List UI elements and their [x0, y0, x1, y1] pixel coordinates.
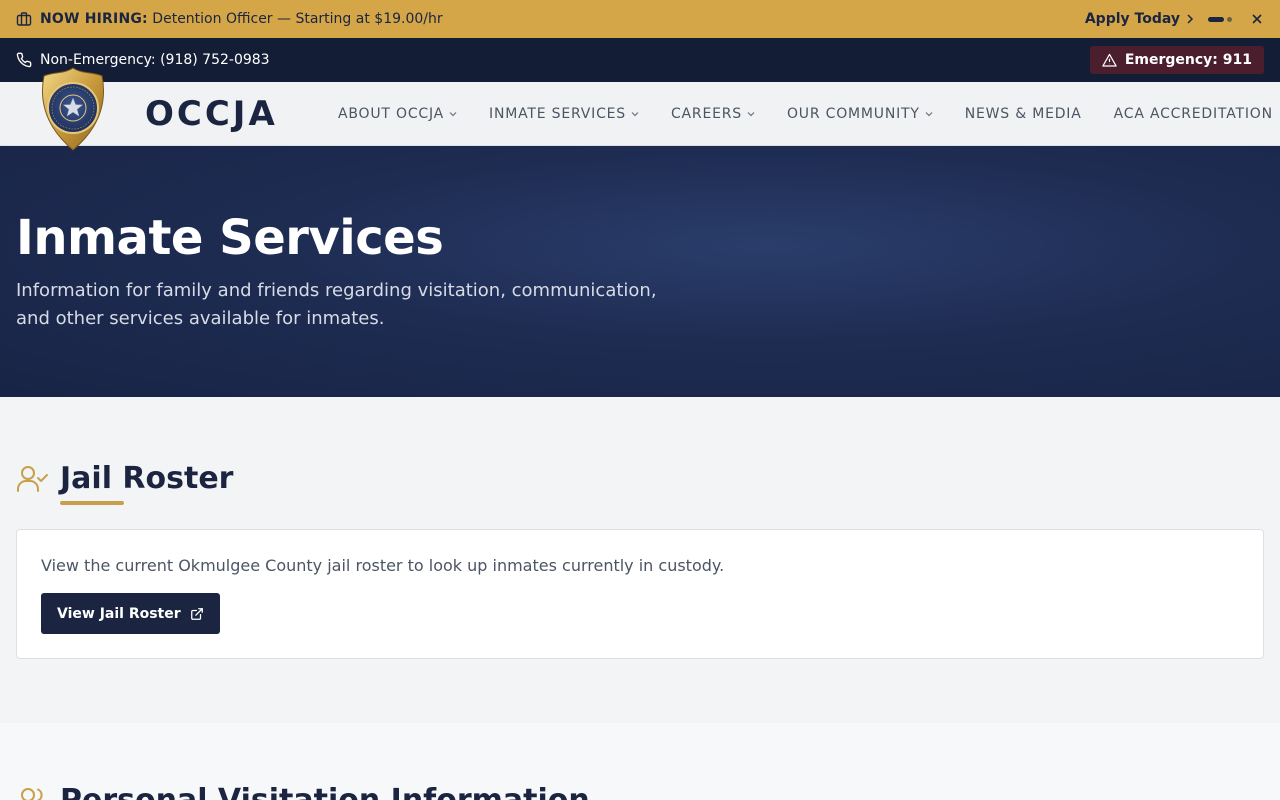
chevron-down-icon: [631, 112, 639, 117]
hiring-actions: Apply Today: [1085, 11, 1264, 27]
hiring-text: Detention Officer — Starting at $19.00/h…: [147, 11, 443, 27]
nav-item-news-media[interactable]: NEWS & MEDIA: [965, 106, 1082, 122]
emergency-label: Emergency: 911: [1124, 52, 1252, 68]
section-title: Personal Visitation Information: [60, 783, 590, 800]
users-icon: [21, 787, 43, 800]
chevron-down-icon: [449, 112, 457, 117]
page-title: Inmate Services: [16, 210, 444, 266]
personal-visitation-section: Personal Visitation Information: [0, 723, 1280, 800]
nav-item-about[interactable]: ABOUT OCCJA: [338, 106, 457, 122]
hiring-message: NOW HIRING: Detention Officer — Starting…: [40, 11, 443, 27]
chevron-right-icon: [1187, 14, 1194, 24]
nav-item-careers[interactable]: CAREERS: [671, 106, 755, 122]
button-label: View Jail Roster: [57, 605, 181, 622]
jail-roster-card: View the current Okmulgee County jail ro…: [16, 529, 1264, 659]
apply-today-label: Apply Today: [1084, 11, 1180, 27]
title-underline: [60, 501, 124, 505]
visitation-heading: Personal Visitation Information: [16, 783, 590, 800]
nav-item-label: NEWS & MEDIA: [964, 106, 1082, 122]
nav-item-our-community[interactable]: OUR COMMUNITY: [787, 106, 933, 122]
hiring-label: NOW HIRING:: [40, 11, 148, 27]
main-nav: ABOUT OCCJA INMATE SERVICES CAREERS OUR …: [0, 82, 1280, 146]
nav-item-inmate-services[interactable]: INMATE SERVICES: [489, 106, 639, 122]
badge-logo-icon[interactable]: [40, 66, 106, 152]
nav-item-label: INMATE SERVICES: [489, 106, 626, 122]
nav-item-label: CAREERS: [670, 106, 742, 122]
nav-item-label: OUR COMMUNITY: [786, 106, 920, 122]
close-icon[interactable]: [1250, 12, 1264, 26]
nav-menu: ABOUT OCCJA INMATE SERVICES CAREERS OUR …: [338, 82, 1280, 145]
nav-item-aca-accreditation[interactable]: ACA ACCREDITATION: [1114, 106, 1273, 122]
emergency-badge[interactable]: Emergency: 911: [1089, 46, 1264, 74]
phone-icon: [16, 52, 32, 68]
external-link-icon: [190, 607, 203, 620]
jail-roster-heading: Jail Roster: [16, 461, 233, 496]
apply-today-link[interactable]: Apply Today: [1085, 11, 1194, 27]
banner-carousel-dots[interactable]: [1208, 16, 1232, 22]
briefcase-icon: [16, 12, 32, 26]
jail-roster-section: Jail Roster View the current Okmulgee Co…: [0, 397, 1280, 723]
chevron-down-icon: [925, 112, 933, 117]
utility-bar: Non-Emergency: (918) 752-0983 Emergency:…: [0, 38, 1280, 82]
nav-item-label: ACA ACCREDITATION: [1113, 106, 1273, 122]
hiring-banner: NOW HIRING: Detention Officer — Starting…: [0, 0, 1280, 38]
carousel-dot[interactable]: [1227, 16, 1232, 22]
carousel-dot-active[interactable]: [1208, 16, 1224, 22]
site-brand[interactable]: OCCJA: [145, 94, 278, 134]
user-check-icon: [17, 465, 48, 492]
view-jail-roster-button[interactable]: View Jail Roster: [41, 593, 220, 634]
jail-roster-description: View the current Okmulgee County jail ro…: [41, 556, 725, 575]
nav-item-label: ABOUT OCCJA: [338, 106, 445, 122]
hero-section: Inmate Services Information for family a…: [0, 146, 1280, 397]
section-title: Jail Roster: [60, 461, 234, 496]
page-subtitle: Information for family and friends regar…: [16, 280, 657, 329]
chevron-down-icon: [747, 112, 755, 117]
warning-icon: [1102, 53, 1117, 67]
